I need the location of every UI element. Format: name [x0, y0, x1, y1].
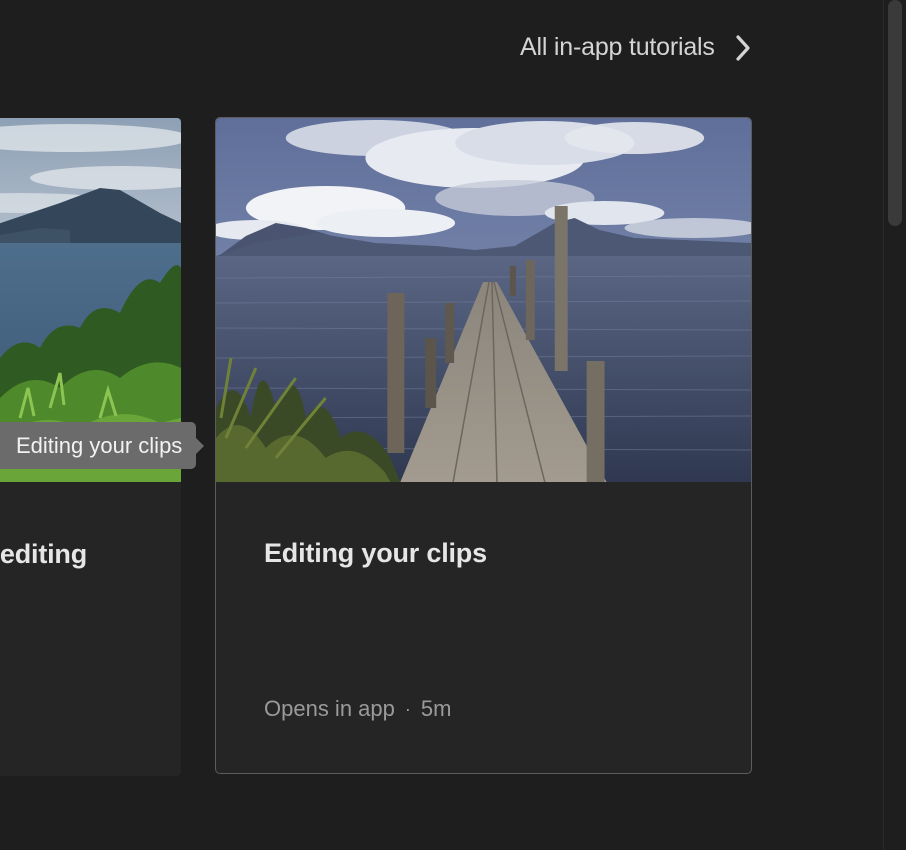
tutorial-thumbnail: [216, 118, 751, 482]
tooltip: Editing your clips: [0, 422, 205, 469]
tutorial-card-editing-your-clips[interactable]: Editing your clips Opens in app · 5m: [215, 117, 752, 774]
duration-label: 5m: [420, 696, 452, 721]
tutorial-card-title: Editing your clips: [264, 538, 487, 568]
vertical-scrollbar[interactable]: [883, 0, 906, 850]
all-tutorials-link[interactable]: All in-app tutorials: [520, 33, 753, 62]
meta-separator: ·: [404, 698, 411, 719]
tutorial-card-title: editing: [0, 539, 87, 569]
wooden-pier-image: [216, 118, 751, 482]
tutorials-page: All in-app tutorials editing Editing you…: [0, 0, 906, 850]
chevron-right-icon: [736, 34, 750, 61]
scrollbar-thumb[interactable]: [888, 0, 902, 226]
tutorial-card-meta: Opens in app · 5m: [264, 696, 451, 722]
all-tutorials-label: All in-app tutorials: [520, 33, 715, 61]
opens-in-app-label: Opens in app: [264, 696, 395, 721]
